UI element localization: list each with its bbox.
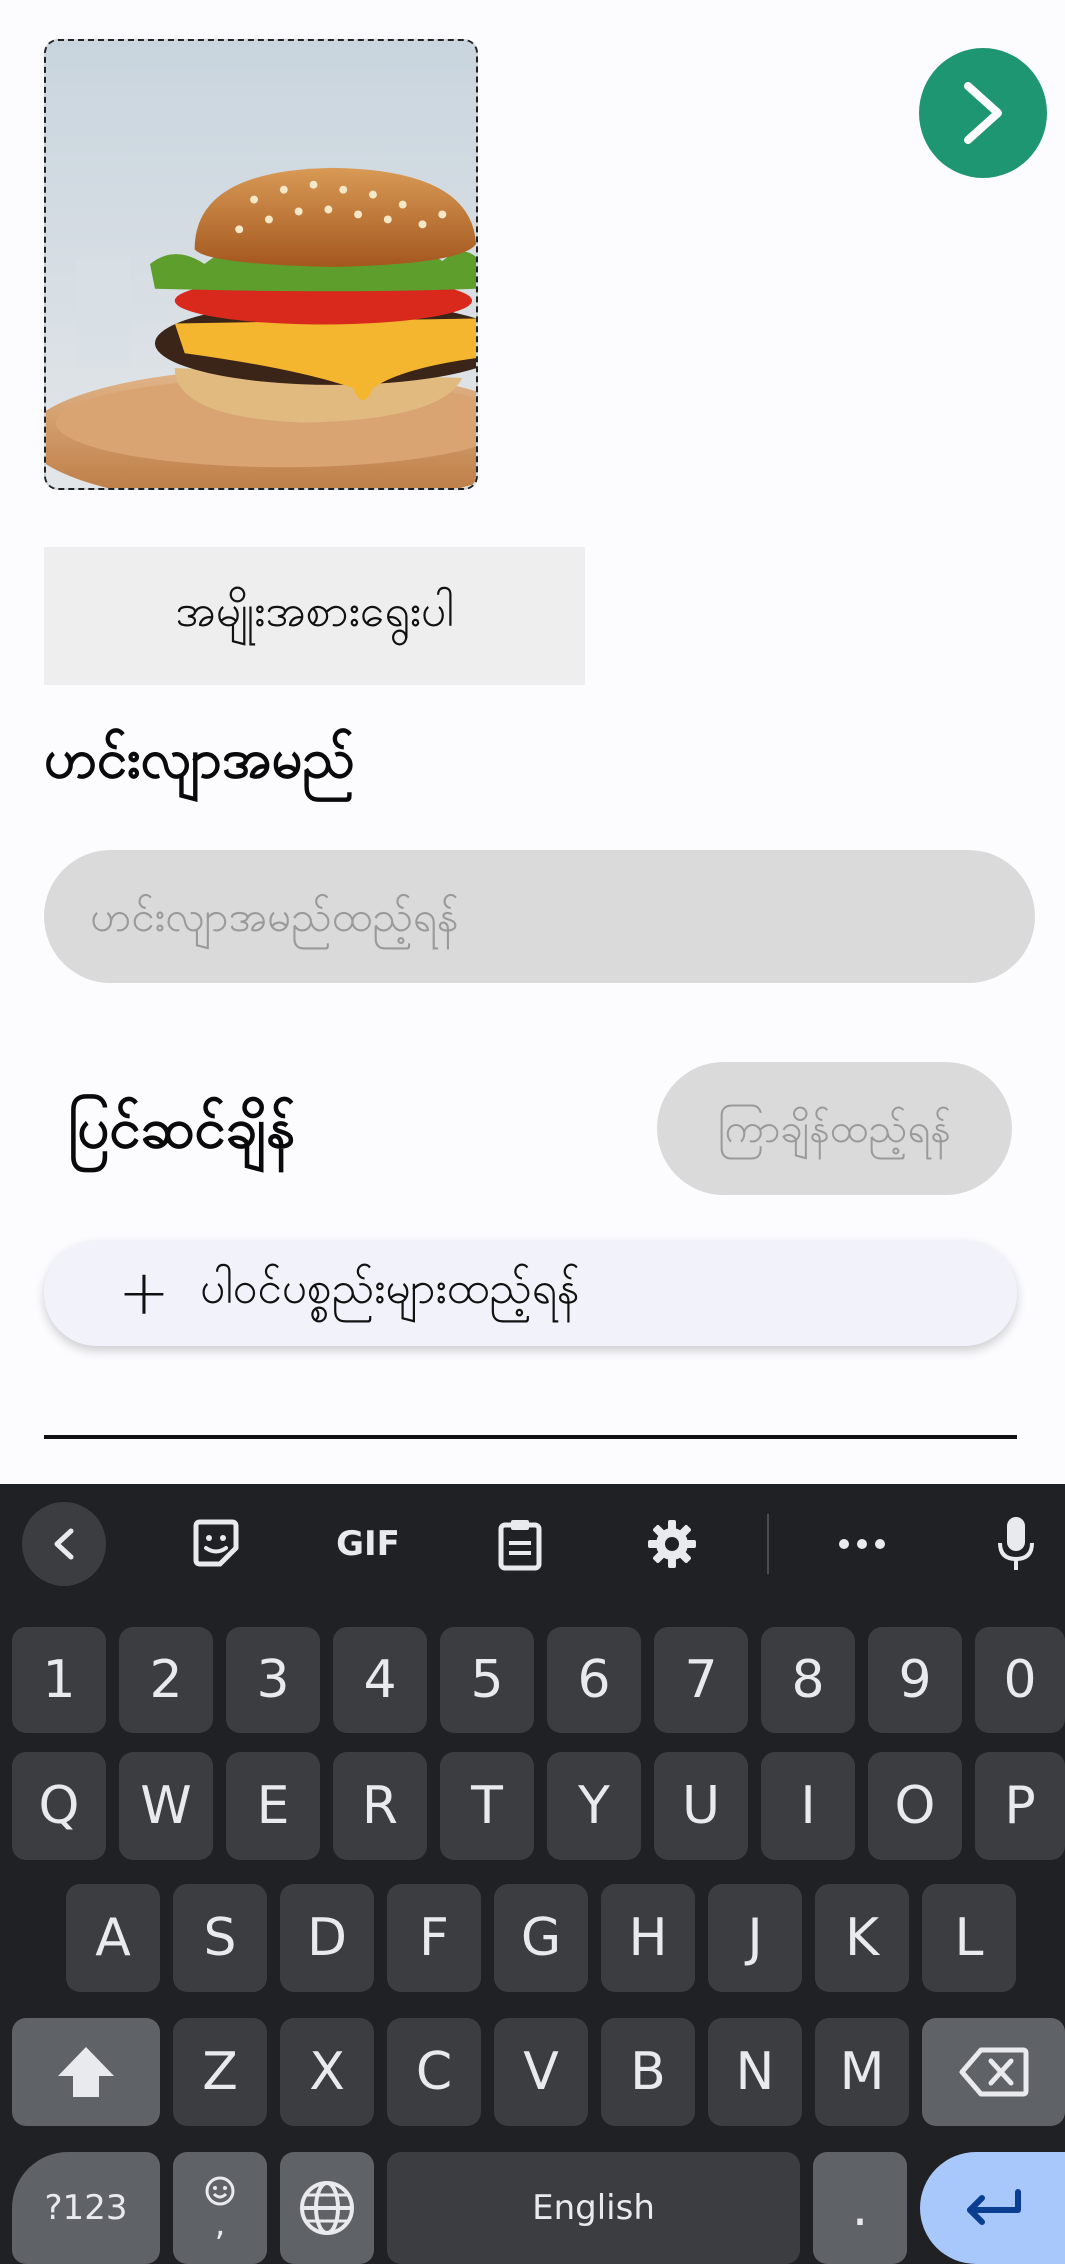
emoji-icon: [205, 2176, 235, 2206]
key-y[interactable]: Y: [547, 1752, 641, 1860]
symbols-key[interactable]: ?123: [12, 2152, 160, 2264]
chevron-right-icon: [964, 82, 1002, 144]
space-label: English: [532, 2188, 655, 2228]
key-l[interactable]: L: [922, 1884, 1016, 1992]
settings-icon[interactable]: [646, 1518, 698, 1570]
language-key[interactable]: [280, 2152, 374, 2264]
dish-name-title: ဟင်းလျာအမည်: [44, 727, 355, 790]
key-j[interactable]: J: [708, 1884, 802, 1992]
key-k[interactable]: K: [815, 1884, 909, 1992]
key-a[interactable]: A: [66, 1884, 160, 1992]
enter-key[interactable]: [920, 2152, 1065, 2264]
key-2[interactable]: 2: [119, 1627, 213, 1733]
emoji-comma-key[interactable]: ,: [173, 2152, 267, 2264]
sticker-icon[interactable]: [190, 1518, 242, 1570]
select-category-button[interactable]: အမျိုးအစားရွေးပါ: [44, 547, 585, 685]
more-icon[interactable]: [838, 1538, 886, 1550]
key-p[interactable]: P: [975, 1752, 1065, 1860]
key-o[interactable]: O: [868, 1752, 962, 1860]
key-w[interactable]: W: [119, 1752, 213, 1860]
enter-icon: [966, 2189, 1021, 2225]
soft-keyboard: GIF 1 2 3 4 5 6 7 8 9 0 Q W E R T Y U I …: [0, 1484, 1065, 2264]
key-3[interactable]: 3: [226, 1627, 320, 1733]
key-b[interactable]: B: [601, 2018, 695, 2126]
key-s[interactable]: S: [173, 1884, 267, 1992]
next-button[interactable]: [919, 48, 1047, 178]
back-icon[interactable]: [22, 1502, 106, 1586]
key-h[interactable]: H: [601, 1884, 695, 1992]
key-9[interactable]: 9: [868, 1627, 962, 1733]
key-q[interactable]: Q: [12, 1752, 106, 1860]
space-key[interactable]: English: [387, 2152, 800, 2264]
key-g[interactable]: G: [494, 1884, 588, 1992]
cook-time-label: ပြင်ဆင်ချိန်: [68, 1096, 295, 1161]
key-u[interactable]: U: [654, 1752, 748, 1860]
shift-icon: [58, 2047, 114, 2097]
cook-time-input[interactable]: [657, 1062, 1012, 1195]
key-8[interactable]: 8: [761, 1627, 855, 1733]
select-category-label: အမျိုးအစားရွေးပါ: [175, 586, 454, 637]
mic-icon[interactable]: [996, 1515, 1036, 1573]
key-r[interactable]: R: [333, 1752, 427, 1860]
key-1[interactable]: 1: [12, 1627, 106, 1733]
add-ingredients-label: ပါဝင်ပစ္စည်းများထည့်ရန်: [199, 1263, 580, 1314]
period-key[interactable]: .: [813, 2152, 907, 2264]
divider: [44, 1435, 1017, 1439]
comma-label: ,: [214, 2204, 226, 2244]
backspace-icon: [959, 2047, 1028, 2097]
key-n[interactable]: N: [708, 2018, 802, 2126]
keyboard-toolbar: GIF: [0, 1484, 1065, 1604]
toolbar-separator: [767, 1514, 769, 1574]
clipboard-icon[interactable]: [497, 1517, 543, 1571]
key-d[interactable]: D: [280, 1884, 374, 1992]
key-6[interactable]: 6: [547, 1627, 641, 1733]
gif-icon[interactable]: GIF: [336, 1524, 400, 1564]
key-i[interactable]: I: [761, 1752, 855, 1860]
key-5[interactable]: 5: [440, 1627, 534, 1733]
dish-image-picker[interactable]: [44, 39, 478, 490]
backspace-key[interactable]: [922, 2018, 1065, 2126]
key-7[interactable]: 7: [654, 1627, 748, 1733]
key-c[interactable]: C: [387, 2018, 481, 2126]
burger-photo: [46, 41, 476, 488]
key-x[interactable]: X: [280, 2018, 374, 2126]
key-z[interactable]: Z: [173, 2018, 267, 2126]
symbols-label: ?123: [44, 2188, 128, 2228]
period-label: .: [851, 2178, 869, 2238]
key-m[interactable]: M: [815, 2018, 909, 2126]
key-e[interactable]: E: [226, 1752, 320, 1860]
key-t[interactable]: T: [440, 1752, 534, 1860]
key-f[interactable]: F: [387, 1884, 481, 1992]
key-0[interactable]: 0: [975, 1627, 1065, 1733]
plus-icon: +: [118, 1256, 170, 1329]
dish-name-input[interactable]: [44, 850, 1035, 983]
add-ingredients-button[interactable]: + ပါဝင်ပစ္စည်းများထည့်ရန်: [44, 1240, 1017, 1346]
shift-key[interactable]: [12, 2018, 160, 2126]
globe-icon: [300, 2181, 354, 2235]
key-v[interactable]: V: [494, 2018, 588, 2126]
key-4[interactable]: 4: [333, 1627, 427, 1733]
